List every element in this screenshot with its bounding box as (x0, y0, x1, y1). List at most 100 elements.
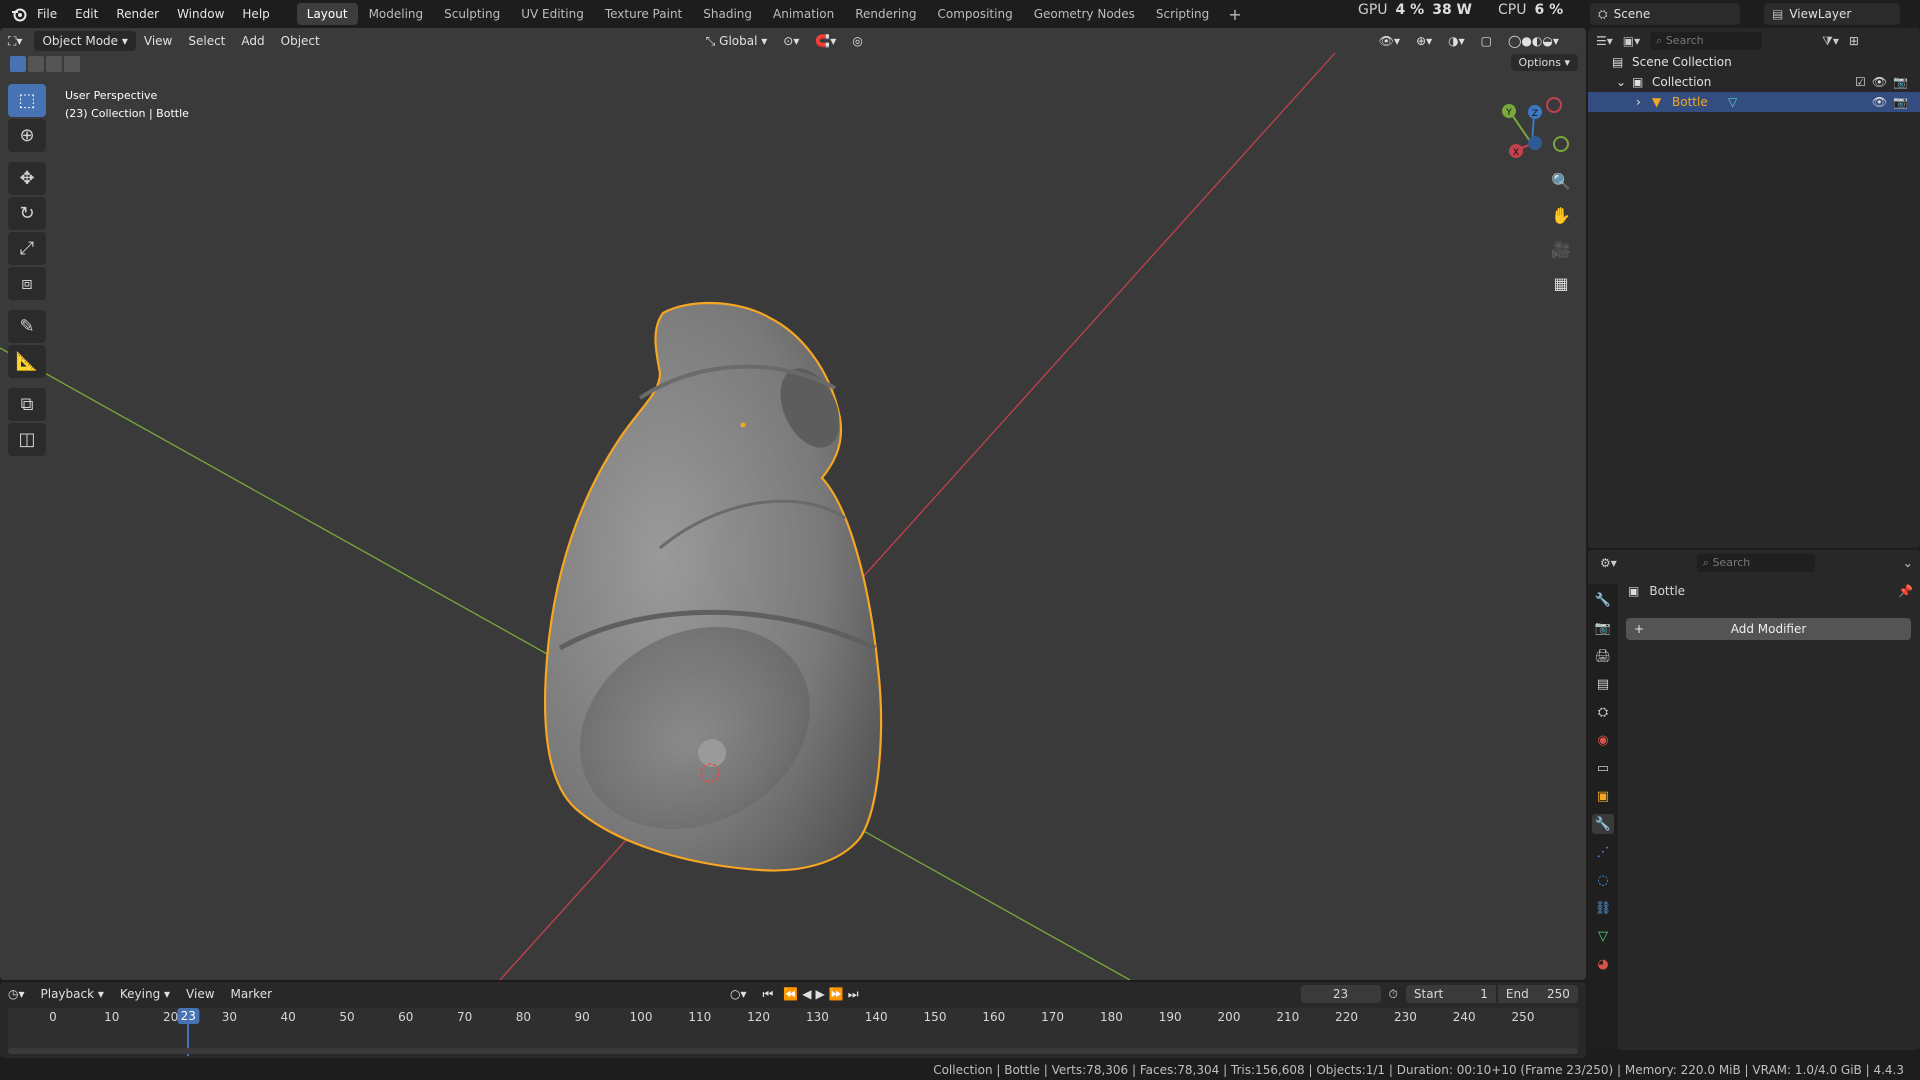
overlay-toggle-icon[interactable]: ◑▾ (1440, 30, 1473, 52)
scene-selector[interactable]: ⛭ Scene (1590, 3, 1740, 25)
proportional-edit-icon[interactable]: ◎ (844, 30, 870, 52)
view-layer-tab-icon[interactable]: ▤ (1592, 674, 1614, 694)
collapse-chevron-icon[interactable]: ⌄ (1616, 72, 1626, 92)
pan-hand-icon[interactable]: ✋ (1548, 202, 1574, 228)
select-intersect-icon[interactable] (64, 56, 80, 72)
camera-view-icon[interactable]: 🎥 (1548, 236, 1574, 262)
outliner-row-bottle[interactable]: › ▼ Bottle ▽ 👁 📷 (1588, 92, 1920, 112)
timeline-editor-icon[interactable]: ◷▾ (0, 983, 33, 1005)
menu-select[interactable]: Select (180, 30, 233, 52)
tab-layout[interactable]: Layout (296, 3, 358, 25)
menu-view[interactable]: View (136, 30, 180, 52)
auto-keying-icon[interactable]: ○▾ (722, 983, 755, 1005)
menu-window[interactable]: Window (168, 0, 233, 28)
editor-type-icon[interactable]: ⛶▾ (0, 30, 30, 52)
new-collection-icon[interactable]: ⊞ (1849, 34, 1859, 48)
tab-animation[interactable]: Animation (763, 3, 844, 25)
scene-tab-icon[interactable]: ⛭ (1592, 702, 1614, 722)
transform-tool-icon[interactable]: ⧈ (8, 267, 46, 300)
tool-tab-icon[interactable]: 🔧 (1592, 590, 1614, 610)
data-tab-icon[interactable]: ▽ (1592, 926, 1614, 946)
tab-scripting[interactable]: Scripting (1146, 3, 1219, 25)
menu-file[interactable]: File (28, 0, 66, 28)
pin-icon[interactable]: 📌 (1898, 584, 1913, 598)
menu-add[interactable]: Add (233, 30, 272, 52)
menu-playback[interactable]: Playback ▾ (33, 983, 112, 1005)
object-tab-icon[interactable]: ▣ (1592, 786, 1614, 806)
jump-keyframe-back-icon[interactable]: ⏪ (781, 983, 800, 1005)
select-subtract-icon[interactable] (46, 56, 62, 72)
menu-help[interactable]: Help (233, 0, 278, 28)
shading-modes-icon[interactable]: ◯●◐◒▾ (1500, 30, 1567, 52)
measure-tool-icon[interactable]: 📐 (8, 345, 46, 378)
mesh-data-icon[interactable]: ▽ (1728, 92, 1737, 112)
timeline-ruler[interactable]: 0 10 20 30 40 50 60 70 80 90 100 110 120 130 140 150 160… (8, 1008, 1578, 1048)
tab-texture-paint[interactable]: Texture Paint (595, 3, 692, 25)
properties-search-input[interactable]: ⌕ Search (1696, 554, 1815, 572)
outliner-row-collection[interactable]: ⌄ ▣ Collection ☑ 👁 📷 (1588, 72, 1920, 92)
mode-selector[interactable]: Object Mode ▾ (34, 31, 136, 51)
select-extend-icon[interactable] (28, 56, 44, 72)
scale-tool-icon[interactable]: ⤢ (8, 232, 46, 265)
tab-rendering[interactable]: Rendering (845, 3, 926, 25)
properties-options-chevron-icon[interactable]: ⌄ (1903, 556, 1913, 570)
annotate-tool-icon[interactable]: ✎ (8, 310, 46, 343)
rotate-tool-icon[interactable]: ↻ (8, 197, 46, 230)
add-object-tool-icon[interactable]: ◫ (8, 423, 46, 456)
visibility-eye-icon[interactable]: 👁 (1872, 72, 1887, 92)
play-icon[interactable]: ▶ (814, 983, 827, 1005)
visibility-icon[interactable]: 👁▾ (1371, 30, 1408, 52)
render-camera-icon[interactable]: 📷 (1893, 72, 1908, 92)
outliner-editor-icon[interactable]: ☰▾ (1596, 34, 1613, 48)
select-new-icon[interactable] (10, 56, 26, 72)
display-mode-icon[interactable]: ▣▾ (1623, 34, 1640, 48)
gizmo-toggle-icon[interactable]: ⊕▾ (1408, 30, 1440, 52)
timeline-scrollbar[interactable] (8, 1048, 1578, 1054)
menu-render[interactable]: Render (107, 0, 168, 28)
world-tab-icon[interactable]: ◉ (1592, 730, 1614, 750)
playhead-frame-label[interactable]: 23 (177, 1008, 199, 1024)
physics-tab-icon[interactable]: ◌ (1592, 870, 1614, 890)
menu-marker[interactable]: Marker (223, 983, 280, 1005)
menu-edit[interactable]: Edit (66, 0, 107, 28)
outliner-search-input[interactable]: ⌕ Search (1650, 32, 1763, 50)
tab-uv-editing[interactable]: UV Editing (511, 3, 594, 25)
view-layer-selector[interactable]: ▤ ViewLayer (1764, 3, 1900, 25)
add-workspace-icon[interactable]: + (1220, 5, 1249, 24)
play-reverse-icon[interactable]: ◀ (800, 983, 813, 1005)
tab-compositing[interactable]: Compositing (927, 3, 1022, 25)
material-tab-icon[interactable]: ◕ (1592, 954, 1614, 974)
tab-modeling[interactable]: Modeling (359, 3, 434, 25)
snap-icon[interactable]: 🧲▾ (807, 30, 844, 52)
output-tab-icon[interactable]: 🖨 (1592, 646, 1614, 666)
outliner-row-scene-collection[interactable]: ▤ Scene Collection (1588, 52, 1920, 72)
add-modifier-button[interactable]: + Add Modifier (1626, 618, 1911, 640)
ortho-grid-icon[interactable]: ▦ (1548, 270, 1574, 296)
menu-keying[interactable]: Keying ▾ (112, 983, 178, 1005)
collection-tab-icon[interactable]: ▭ (1592, 758, 1614, 778)
constraints-tab-icon[interactable]: ⛓ (1592, 898, 1614, 918)
tab-sculpting[interactable]: Sculpting (434, 3, 510, 25)
visibility-eye-icon[interactable]: 👁 (1872, 92, 1887, 112)
jump-end-icon[interactable]: ⏭ (846, 983, 861, 1005)
tab-geometry-nodes[interactable]: Geometry Nodes (1024, 3, 1145, 25)
render-camera-icon[interactable]: 📷 (1893, 92, 1908, 112)
select-box-tool-icon[interactable]: ⬚ (8, 84, 46, 117)
cursor-tool-icon[interactable]: ⊕ (8, 119, 46, 152)
properties-editor-icon[interactable]: ⚙▾ (1600, 556, 1617, 570)
menu-object[interactable]: Object (273, 30, 328, 52)
move-tool-icon[interactable]: ✥ (8, 162, 46, 195)
render-tab-icon[interactable]: 📷 (1592, 618, 1614, 638)
pivot-point-icon[interactable]: ⊙▾ (775, 30, 807, 52)
zoom-icon[interactable]: 🔍 (1548, 168, 1574, 194)
start-frame-field[interactable]: Start 1 (1405, 985, 1496, 1003)
jump-keyframe-forward-icon[interactable]: ⏩ (827, 983, 846, 1005)
expand-chevron-icon[interactable]: › (1636, 92, 1641, 112)
jump-start-icon[interactable]: ⏮ (755, 983, 782, 1005)
blender-logo-icon[interactable] (10, 5, 28, 23)
transform-orientation-dropdown[interactable]: ⤡ Global ▾ (698, 30, 776, 52)
filter-icon[interactable]: ⧩▾ (1822, 34, 1839, 49)
xray-icon[interactable]: ▢ (1473, 30, 1500, 52)
end-frame-field[interactable]: End 250 (1497, 985, 1578, 1003)
particles-tab-icon[interactable]: ⋰ (1592, 842, 1614, 862)
